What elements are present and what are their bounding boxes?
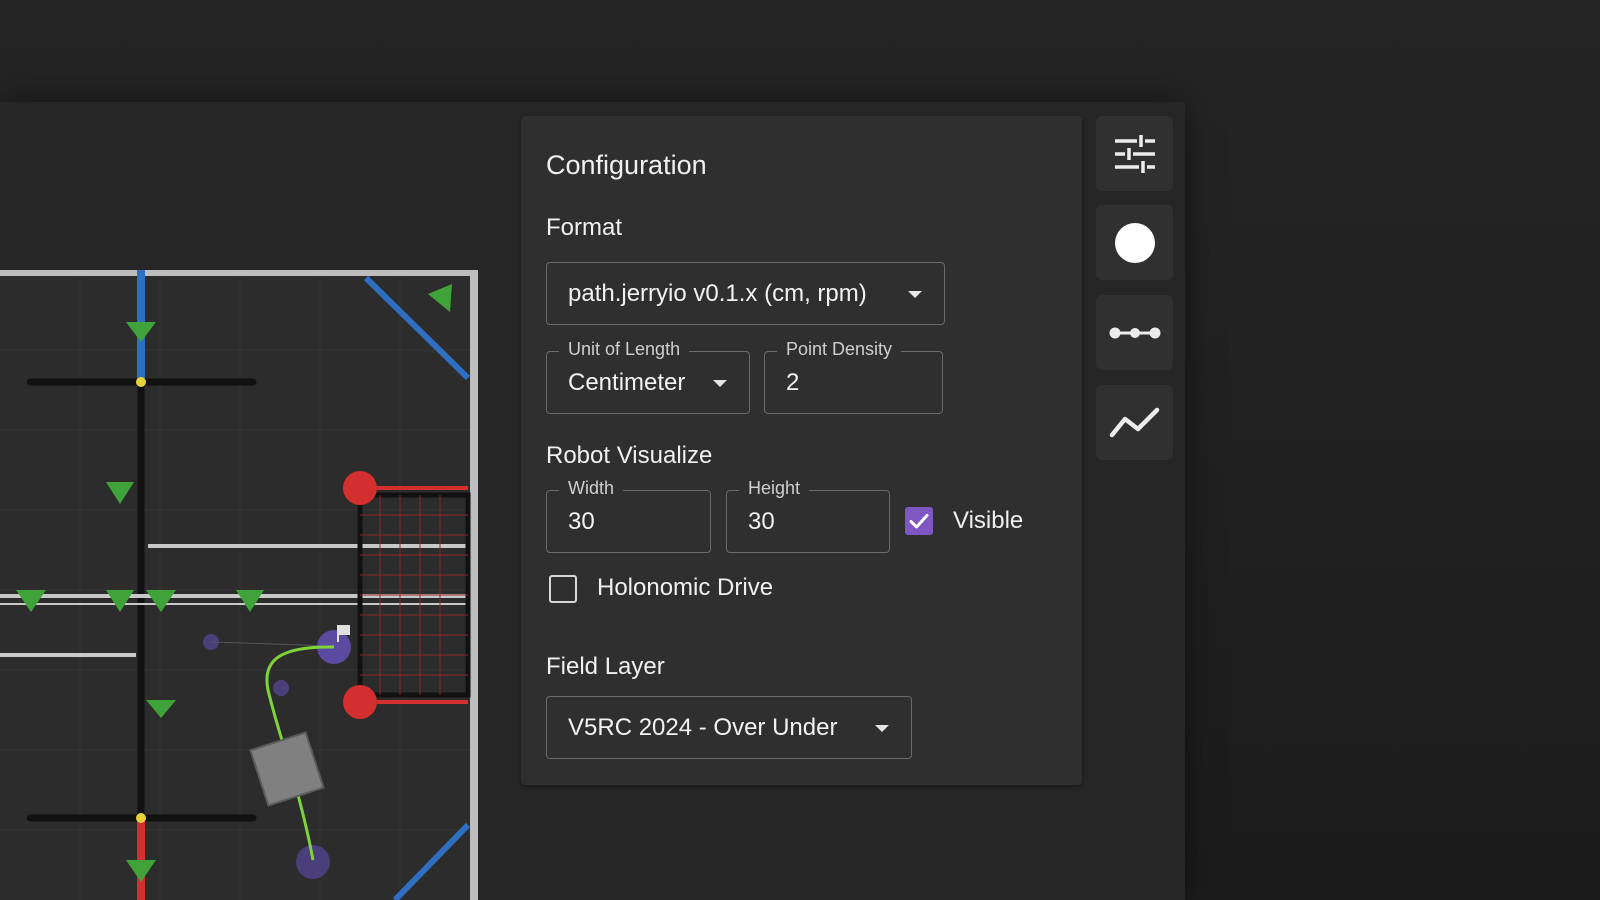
robot-width-value[interactable]: 30 <box>568 508 595 536</box>
field-layer-value: V5RC 2024 - Over Under <box>568 713 838 741</box>
unit-of-length-select[interactable]: Unit of Length Centimeter <box>546 339 750 414</box>
field-layer-label: Field Layer <box>546 653 665 680</box>
format-select-value: path.jerryio v0.1.x (cm, rpm) <box>568 279 867 307</box>
format-label: Format <box>546 214 623 241</box>
circle-icon <box>1114 222 1155 263</box>
holonomic-drive-checkbox[interactable] <box>549 575 577 603</box>
visible-checkbox[interactable] <box>905 507 933 535</box>
checkmark-icon <box>909 514 929 529</box>
control-points-icon <box>1109 327 1160 338</box>
format-select[interactable]: path.jerryio v0.1.x (cm, rpm) <box>546 262 945 325</box>
visible-label[interactable]: Visible <box>953 507 1023 535</box>
point-density-label: Point Density <box>777 339 902 360</box>
speed-graph-button[interactable] <box>1096 385 1173 460</box>
chevron-down-icon <box>713 380 727 387</box>
field-layer-select[interactable]: V5RC 2024 - Over Under <box>546 696 912 759</box>
robot-width-field[interactable]: Width 30 <box>546 478 711 553</box>
robot-visualize-label: Robot Visualize <box>546 442 713 469</box>
sliders-icon <box>1114 134 1155 173</box>
robot-height-field[interactable]: Height 30 <box>726 478 890 553</box>
point-density-field[interactable]: Point Density 2 <box>764 339 943 414</box>
app-window: Configuration Format path.jerryio v0.1.x… <box>0 102 1185 900</box>
chevron-down-icon <box>908 291 922 298</box>
control-points-button[interactable] <box>1096 295 1173 370</box>
field-canvas[interactable] <box>0 102 520 900</box>
unit-of-length-label: Unit of Length <box>559 339 690 360</box>
robot-height-label: Height <box>739 478 810 499</box>
point-tool-button[interactable] <box>1096 205 1173 280</box>
configuration-toggle-button[interactable] <box>1096 116 1173 191</box>
holonomic-drive-label[interactable]: Holonomic Drive <box>597 574 773 602</box>
robot-height-value[interactable]: 30 <box>748 508 775 536</box>
unit-of-length-value: Centimeter <box>568 368 686 396</box>
point-density-value[interactable]: 2 <box>786 369 799 397</box>
robot-width-label: Width <box>559 478 624 499</box>
field-drawing[interactable] <box>0 270 500 900</box>
panel-title: Configuration <box>546 150 707 180</box>
speed-graph-icon <box>1109 407 1159 437</box>
chevron-down-icon <box>875 725 889 732</box>
configuration-panel: Configuration Format path.jerryio v0.1.x… <box>521 116 1082 785</box>
